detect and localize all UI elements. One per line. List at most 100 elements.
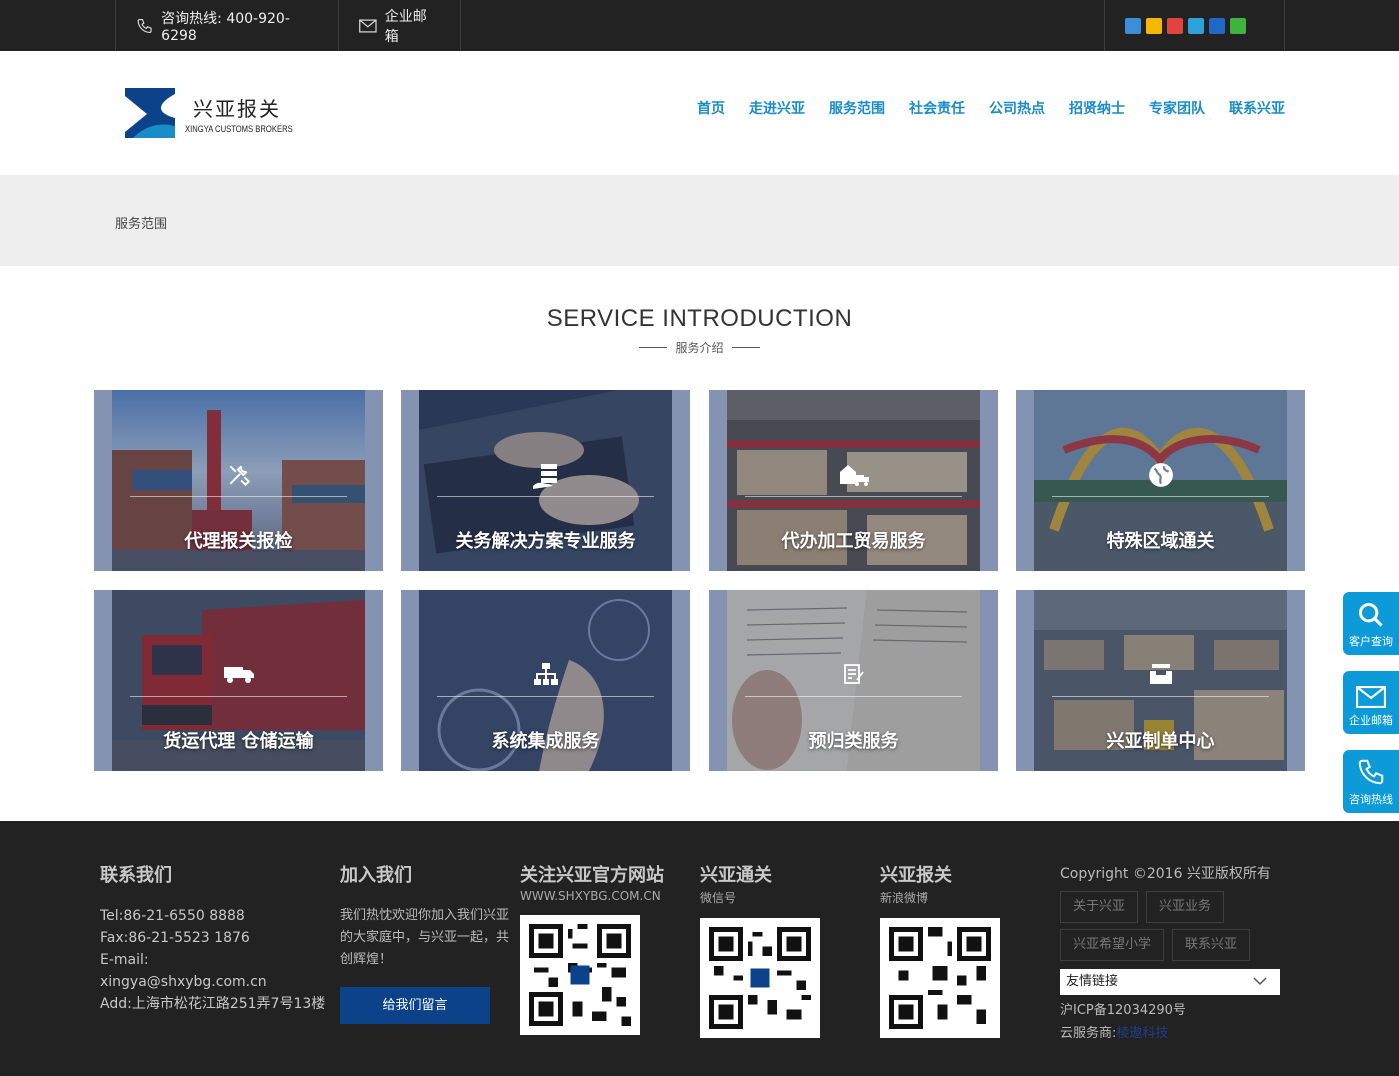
footer-contact-title: 联系我们 xyxy=(100,865,172,886)
footer-link-contact[interactable]: 联系兴亚 xyxy=(1172,929,1251,961)
footer-fax: Fax:86-21-5523 1876 xyxy=(100,930,250,946)
phone-icon xyxy=(1358,759,1384,785)
service-label: 关务解决方案专业服务 xyxy=(455,531,636,552)
wechat-icon[interactable] xyxy=(1230,17,1246,34)
qzone-icon[interactable] xyxy=(1146,17,1162,34)
globe-icon xyxy=(1016,462,1305,488)
nav-contact[interactable]: 联系兴亚 xyxy=(1229,98,1285,118)
server-hand-icon xyxy=(401,462,690,490)
phone-icon xyxy=(137,18,152,33)
site-footer: 联系我们 Tel:86-21-6550 8888 Fax:86-21-5523 … xyxy=(0,821,1399,1076)
footer-weibo: 兴亚报关 新浪微博 xyxy=(880,861,1000,1038)
qr-code-weibo xyxy=(880,918,1000,1038)
side-mail-label: 企业邮箱 xyxy=(1349,714,1393,727)
edit-list-icon xyxy=(709,662,998,686)
warehouse-truck-icon xyxy=(709,462,998,488)
logo-english-name: XINGYA CUSTOMS BROKERS xyxy=(185,123,293,134)
nav-home[interactable]: 首页 xyxy=(697,98,725,118)
footer-link-tags: 关于兴亚 兴亚业务 兴亚希望小学 联系兴亚 xyxy=(1060,891,1300,961)
breadcrumb: 服务范围 xyxy=(115,217,168,232)
mail-icon xyxy=(359,18,377,33)
footer-contact: 联系我们 Tel:86-21-6550 8888 Fax:86-21-5523 … xyxy=(100,861,330,1015)
side-hotline-label: 咨询热线 xyxy=(1349,793,1393,806)
chevron-down-icon xyxy=(1253,977,1267,986)
weibo-icon[interactable] xyxy=(1167,17,1183,34)
footer-email[interactable]: xingya@shxybg.com.cn xyxy=(100,971,330,993)
footer-wechat-sub: 微信号 xyxy=(700,891,737,905)
service-card-system-integration[interactable]: 系统集成服务 xyxy=(401,590,690,771)
footer-join-title: 加入我们 xyxy=(340,865,412,886)
leave-message-button[interactable]: 给我们留言 xyxy=(340,987,490,1024)
email-link[interactable]: 企业邮箱 xyxy=(338,0,461,51)
nav-careers[interactable]: 招贤纳士 xyxy=(1069,98,1125,118)
tools-icon xyxy=(94,462,383,488)
qr-code-icon xyxy=(889,927,991,1029)
service-label: 代办加工贸易服务 xyxy=(781,531,926,552)
service-card-special-zone[interactable]: 特殊区域通关 xyxy=(1016,390,1305,571)
service-card-solutions[interactable]: 关务解决方案专业服务 xyxy=(401,390,690,571)
service-card-customs[interactable]: 代理报关报检 xyxy=(94,390,383,571)
qr-code-official xyxy=(520,915,640,1035)
footer-official-site: 关注兴亚官方网站 WWW.SHXYBG.COM.CN xyxy=(520,861,664,1035)
side-query-button[interactable]: 客户查询 xyxy=(1343,592,1399,655)
nav-services[interactable]: 服务范围 xyxy=(829,98,885,118)
service-label: 兴亚制单中心 xyxy=(1106,731,1215,752)
tencent-weibo-icon[interactable] xyxy=(1188,17,1204,34)
qr-code-icon xyxy=(709,927,811,1029)
logo-chinese-name: 兴亚报关 xyxy=(193,96,281,121)
service-card-freight[interactable]: 货运代理 仓储运输 xyxy=(94,590,383,771)
nav-about[interactable]: 走进兴亚 xyxy=(749,98,805,118)
card-divider xyxy=(745,496,962,497)
site-header: 兴亚报关 XINGYA CUSTOMS BROKERS 首页 走进兴亚 服务范围… xyxy=(0,51,1399,175)
card-divider xyxy=(130,496,347,497)
service-provider-label: 云服务商: xyxy=(1060,1026,1117,1041)
service-card-pre-classification[interactable]: 预归类服务 xyxy=(709,590,998,771)
main-nav: 首页 走进兴亚 服务范围 社会责任 公司热点 招贤纳士 专家团队 联系兴亚 xyxy=(697,98,1285,118)
hotline-text: 咨询热线: 400-920-6298 xyxy=(161,10,290,44)
section-title: SERVICE INTRODUCTION xyxy=(546,305,853,332)
logo[interactable]: 兴亚报关 XINGYA CUSTOMS BROKERS xyxy=(125,88,312,138)
footer-tel: Tel:86-21-6550 8888 xyxy=(100,908,245,924)
section-subtitle: 服务介绍 xyxy=(675,341,724,355)
footer-link-business[interactable]: 兴亚业务 xyxy=(1146,891,1225,923)
footer-link-about[interactable]: 关于兴亚 xyxy=(1060,891,1139,923)
section-heading: SERVICE INTRODUCTION 服务介绍 xyxy=(0,305,1399,356)
friend-links-value: 友情链接 xyxy=(1066,974,1119,989)
card-divider xyxy=(437,696,654,697)
qr-code-wechat xyxy=(700,918,820,1038)
footer-wechat: 兴亚通关 微信号 xyxy=(700,861,820,1038)
sitemap-icon xyxy=(401,662,690,686)
plus-share-icon[interactable] xyxy=(1125,17,1141,34)
friend-links-select[interactable]: 友情链接 xyxy=(1060,969,1280,995)
divider-left xyxy=(639,347,668,348)
email-label: 企业邮箱 xyxy=(384,8,427,45)
service-card-processing-trade[interactable]: 代办加工贸易服务 xyxy=(709,390,998,571)
nav-responsibility[interactable]: 社会责任 xyxy=(909,98,965,118)
service-provider-link[interactable]: 棱遨科技 xyxy=(1116,1026,1168,1041)
footer-wechat-title: 兴亚通关 xyxy=(700,865,772,886)
service-label: 特殊区域通关 xyxy=(1106,531,1215,552)
footer-join-text: 我们热忱欢迎你加入我们兴亚的大家庭中，与兴亚一起，共创辉煌！ xyxy=(340,908,510,967)
service-card-document-center[interactable]: 兴亚制单中心 xyxy=(1016,590,1305,771)
logo-mark-icon xyxy=(125,88,175,138)
footer-link-school[interactable]: 兴亚希望小学 xyxy=(1060,929,1165,961)
service-label: 货运代理 仓储运输 xyxy=(163,731,314,752)
service-label: 代理报关报检 xyxy=(184,531,293,552)
card-divider xyxy=(1052,496,1269,497)
service-provider: 云服务商:棱遨科技 xyxy=(1060,1022,1300,1041)
footer-join: 加入我们 我们热忱欢迎你加入我们兴亚的大家庭中，与兴亚一起，共创辉煌！ 给我们留… xyxy=(340,861,510,1024)
icp-number: 沪ICP备12034290号 xyxy=(1060,1003,1186,1018)
nav-news[interactable]: 公司热点 xyxy=(989,98,1045,118)
qr-code-icon xyxy=(529,924,631,1026)
service-label: 预归类服务 xyxy=(808,731,899,752)
card-divider xyxy=(745,696,962,697)
side-hotline-button[interactable]: 咨询热线 xyxy=(1343,750,1399,813)
footer-weibo-title: 兴亚报关 xyxy=(880,865,952,886)
renren-icon[interactable] xyxy=(1209,17,1225,34)
copyright: Copyright ©2016 兴亚版权所有 xyxy=(1060,866,1271,882)
share-bar xyxy=(1104,0,1285,51)
side-mail-button[interactable]: 企业邮箱 xyxy=(1343,671,1399,734)
breadcrumb-band: 服务范围 xyxy=(0,175,1399,266)
search-icon xyxy=(1358,602,1383,627)
nav-experts[interactable]: 专家团队 xyxy=(1149,98,1205,118)
